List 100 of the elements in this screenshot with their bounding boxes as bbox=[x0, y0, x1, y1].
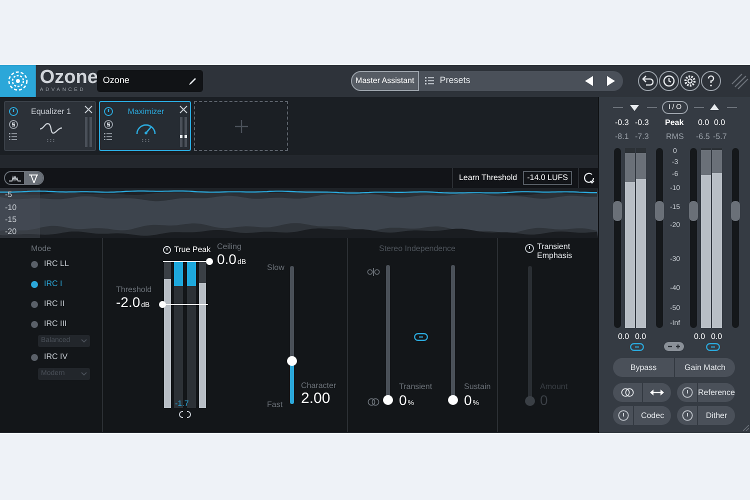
mono-button[interactable] bbox=[613, 383, 642, 402]
slider-thumb[interactable] bbox=[383, 395, 393, 405]
section-title: Mode bbox=[31, 244, 52, 254]
stereo-slider[interactable] bbox=[448, 263, 458, 405]
add-module-slot[interactable] bbox=[194, 101, 288, 151]
slider-value[interactable]: 0 bbox=[464, 392, 472, 408]
threshold-value[interactable]: -2.0 bbox=[116, 294, 140, 310]
swap-channels-button[interactable] bbox=[642, 383, 671, 402]
history-icon bbox=[661, 73, 678, 89]
meter-reading: 0.0 bbox=[714, 117, 726, 129]
radio-button[interactable] bbox=[31, 354, 38, 360]
up-triangle-icon[interactable] bbox=[710, 104, 719, 110]
gain-value[interactable]: 0.0 bbox=[635, 331, 646, 343]
codec-button[interactable]: Codec bbox=[633, 406, 671, 425]
pen-icon[interactable] bbox=[188, 76, 197, 86]
bypass-button[interactable]: Bypass bbox=[613, 358, 674, 377]
close-icon[interactable] bbox=[178, 105, 188, 114]
gain-value[interactable]: 0.0 bbox=[618, 331, 630, 343]
linked-circles-icon bbox=[621, 388, 634, 397]
solo-icon[interactable] bbox=[8, 120, 18, 129]
meter-reading: -5.7 bbox=[713, 131, 727, 143]
module-card[interactable]: Maximizer bbox=[99, 101, 191, 151]
next-arrow-icon[interactable] bbox=[607, 76, 616, 86]
mode-label[interactable]: IRC IV bbox=[44, 351, 68, 363]
dither-button[interactable]: Dither bbox=[697, 406, 735, 425]
gain-fader[interactable] bbox=[689, 148, 698, 328]
gain-fader[interactable] bbox=[613, 148, 622, 328]
slider-label: Sustain bbox=[464, 381, 491, 393]
slider-label: Transient bbox=[399, 381, 432, 393]
target-loudness-field[interactable]: -14.0 LUFS bbox=[523, 171, 572, 185]
power-icon bbox=[163, 246, 171, 254]
fader-handle[interactable] bbox=[655, 200, 664, 221]
grip-icon[interactable] bbox=[47, 139, 55, 142]
character-value[interactable]: 2.00 bbox=[301, 391, 330, 407]
gain-view-button[interactable] bbox=[24, 172, 43, 184]
list-icon[interactable] bbox=[104, 133, 112, 140]
list-icon[interactable] bbox=[9, 133, 17, 140]
master-assistant-button[interactable]: Master Assistant bbox=[351, 71, 419, 91]
power-icon[interactable] bbox=[104, 107, 112, 116]
gain-value[interactable]: 0.0 bbox=[711, 331, 722, 343]
list-icon[interactable] bbox=[424, 77, 434, 85]
previous-arrow-icon[interactable] bbox=[585, 76, 594, 86]
gain-fader[interactable] bbox=[655, 148, 664, 328]
slider-value[interactable]: 0 bbox=[399, 392, 407, 408]
history-button[interactable] bbox=[659, 71, 680, 91]
meter-reading: -8.1 bbox=[615, 131, 629, 143]
mode-label[interactable]: IRC LL bbox=[44, 258, 69, 270]
peak-label: Peak bbox=[665, 117, 684, 129]
power-icon[interactable] bbox=[8, 107, 18, 116]
ceiling-value[interactable]: 0.0 bbox=[217, 251, 236, 267]
settings-button[interactable] bbox=[680, 71, 700, 91]
chevron-down-icon bbox=[81, 339, 87, 343]
meter-reading: -7.3 bbox=[635, 131, 649, 143]
slider-thumb[interactable] bbox=[287, 356, 297, 366]
fader-handle[interactable] bbox=[731, 200, 740, 221]
power-button[interactable] bbox=[677, 383, 697, 402]
slider-label: Slow bbox=[267, 262, 284, 274]
module-card[interactable]: Equalizer 1 bbox=[4, 101, 96, 151]
mode-label[interactable]: IRC II bbox=[44, 298, 64, 310]
mode-label[interactable]: IRC III bbox=[44, 318, 67, 330]
scale-label: -10 bbox=[5, 203, 17, 212]
close-icon[interactable] bbox=[84, 105, 92, 114]
amount-slider[interactable] bbox=[525, 264, 535, 406]
solo-icon[interactable] bbox=[104, 120, 112, 129]
resize-grip-icon[interactable] bbox=[743, 425, 749, 431]
character-slider[interactable] bbox=[287, 264, 297, 406]
power-button[interactable] bbox=[677, 406, 697, 425]
logo-icon bbox=[0, 65, 36, 97]
mode-label[interactable]: IRC I bbox=[44, 278, 62, 290]
module-title: Equalizer 1 bbox=[30, 107, 72, 117]
slider-thumb[interactable] bbox=[448, 395, 458, 405]
radio-button[interactable] bbox=[31, 300, 38, 308]
link-icon[interactable] bbox=[179, 411, 191, 418]
help-button[interactable] bbox=[701, 71, 722, 91]
power-icon bbox=[682, 410, 692, 421]
gain-fader[interactable] bbox=[731, 148, 740, 328]
down-triangle-icon[interactable] bbox=[630, 105, 639, 111]
radio-button[interactable] bbox=[31, 260, 38, 268]
grip-icon[interactable] bbox=[142, 139, 150, 142]
true-peak-button[interactable]: True Peak bbox=[163, 244, 211, 256]
learn-threshold-button[interactable]: Learn Threshold bbox=[458, 172, 518, 184]
preset-name-field[interactable]: Ozone bbox=[96, 70, 203, 92]
ceiling-marker[interactable] bbox=[163, 258, 213, 265]
presets-dropdown[interactable]: Presets bbox=[440, 74, 580, 88]
gain-match-button[interactable]: Gain Match bbox=[674, 358, 735, 377]
radio-button[interactable] bbox=[31, 280, 38, 288]
link-toggle-icon[interactable] bbox=[664, 342, 684, 351]
double-arrow-icon bbox=[650, 389, 664, 396]
link-icon[interactable] bbox=[414, 333, 428, 341]
fader-handle[interactable] bbox=[613, 200, 622, 221]
gain-value[interactable]: 0.0 bbox=[694, 331, 706, 343]
undo-button[interactable] bbox=[638, 71, 658, 91]
reference-button[interactable]: Reference bbox=[697, 383, 735, 402]
power-button[interactable] bbox=[613, 406, 633, 425]
fader-handle[interactable] bbox=[689, 200, 698, 221]
radio-button[interactable] bbox=[31, 320, 38, 328]
stereo-slider[interactable] bbox=[383, 263, 393, 405]
chevron-down-icon bbox=[81, 372, 87, 376]
refresh-icon bbox=[582, 172, 594, 184]
threshold-marker[interactable] bbox=[159, 301, 208, 308]
